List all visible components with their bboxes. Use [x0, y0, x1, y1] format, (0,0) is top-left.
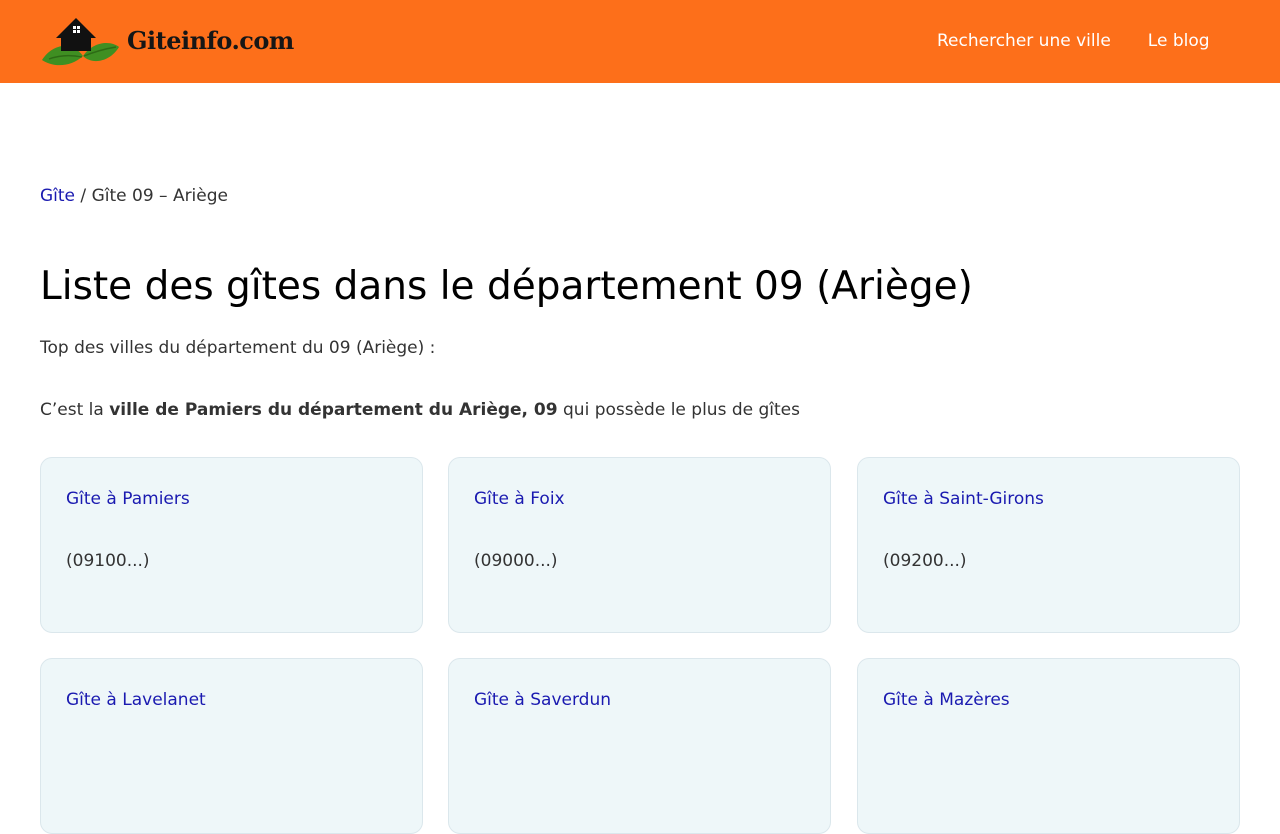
summary-prefix: C’est la [40, 400, 110, 420]
city-card: Gîte à Foix (09000...) [448, 457, 831, 633]
city-postal-code: (09000...) [474, 551, 558, 571]
city-card-link[interactable]: Gîte à Mazères [883, 690, 1010, 710]
city-card-link[interactable]: Gîte à Foix [474, 489, 565, 509]
breadcrumb-separator: / [75, 186, 92, 206]
page-subtitle: Top des villes du département du 09 (Ari… [40, 338, 436, 358]
site-logo[interactable]: Giteinfo.com [40, 16, 294, 68]
site-header: Giteinfo.com Rechercher une ville Le blo… [0, 0, 1280, 83]
city-card: Gîte à Saverdun [448, 658, 831, 834]
logo-text: Giteinfo.com [127, 26, 294, 55]
city-card: Gîte à Lavelanet [40, 658, 423, 834]
nav-link-blog[interactable]: Le blog [1148, 31, 1210, 51]
city-card-link[interactable]: Gîte à Lavelanet [66, 690, 206, 710]
city-postal-code: (09100...) [66, 551, 150, 571]
main-nav: Rechercher une ville Le blog [937, 31, 1210, 51]
city-card: Gîte à Pamiers (09100...) [40, 457, 423, 633]
nav-link-rechercher-ville[interactable]: Rechercher une ville [937, 31, 1111, 51]
summary-suffix: qui possède le plus de gîtes [557, 400, 800, 420]
city-card-link[interactable]: Gîte à Saverdun [474, 690, 611, 710]
city-card-link[interactable]: Gîte à Saint-Girons [883, 489, 1044, 509]
city-card: Gîte à Mazères [857, 658, 1240, 834]
city-card: Gîte à Saint-Girons (09200...) [857, 457, 1240, 633]
breadcrumb: Gîte / Gîte 09 – Ariège [40, 186, 228, 206]
breadcrumb-home-link[interactable]: Gîte [40, 186, 75, 206]
city-postal-code: (09200...) [883, 551, 967, 571]
page-title: Liste des gîtes dans le département 09 (… [40, 264, 973, 309]
house-leaves-icon [42, 18, 119, 66]
city-card-link[interactable]: Gîte à Pamiers [66, 489, 190, 509]
breadcrumb-current: Gîte 09 – Ariège [91, 186, 228, 206]
summary-highlight: ville de Pamiers du département du Arièg… [109, 400, 558, 420]
summary-text: C’est la ville de Pamiers du département… [40, 400, 800, 420]
